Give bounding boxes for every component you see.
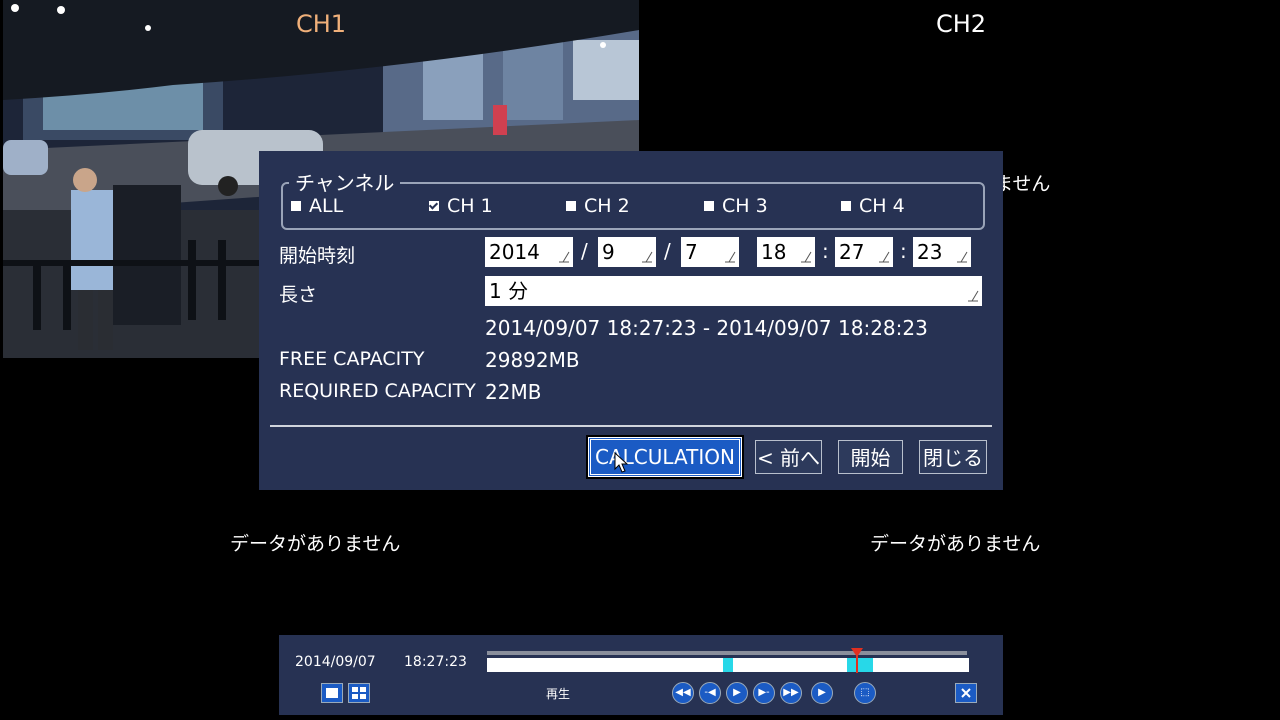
prev-button[interactable]: < 前へ bbox=[755, 440, 822, 474]
minute-value: 27 bbox=[839, 240, 865, 264]
timeline[interactable] bbox=[487, 658, 969, 672]
day-value: 7 bbox=[685, 240, 698, 264]
checkbox-icon bbox=[704, 201, 714, 211]
close-playback-button[interactable] bbox=[955, 683, 977, 703]
time-separator: : bbox=[900, 239, 907, 263]
slow-play-icon[interactable]: ▶ bbox=[811, 682, 833, 704]
quad-layout-icon bbox=[352, 687, 366, 699]
resize-corner-icon bbox=[957, 251, 968, 263]
single-layout-icon bbox=[326, 688, 338, 698]
length-label: 長さ bbox=[279, 284, 318, 306]
hour-value: 18 bbox=[761, 240, 787, 264]
ch3-no-data-text: データがありません bbox=[230, 533, 401, 555]
checkbox-icon bbox=[566, 201, 576, 211]
playback-time: 18:27:23 bbox=[404, 654, 467, 670]
year-value: 2014 bbox=[489, 240, 540, 264]
playback-status: 再生 bbox=[546, 687, 571, 701]
resize-corner-icon bbox=[879, 251, 890, 263]
length-select[interactable]: 1 分 bbox=[485, 276, 982, 306]
checkbox-label: CH 3 bbox=[722, 195, 768, 217]
time-separator: : bbox=[822, 239, 829, 263]
fast-forward-icon[interactable]: ▶▶ bbox=[780, 682, 802, 704]
checkbox-ch4[interactable]: CH 4 bbox=[841, 195, 905, 217]
close-button[interactable]: 閉じる bbox=[919, 440, 987, 474]
playhead-line bbox=[856, 653, 858, 673]
checkbox-ch2[interactable]: CH 2 bbox=[566, 195, 630, 217]
rewind-icon[interactable]: ◀◀ bbox=[672, 682, 694, 704]
free-capacity-value: 29892MB bbox=[485, 348, 580, 372]
resize-corner-icon bbox=[725, 251, 736, 263]
resize-corner-icon bbox=[968, 290, 979, 302]
second-value: 23 bbox=[917, 240, 943, 264]
timeline-track bbox=[487, 651, 967, 655]
checkbox-all[interactable]: ALL bbox=[291, 195, 343, 217]
day-field[interactable]: 7 bbox=[681, 237, 739, 267]
checkbox-icon bbox=[841, 201, 851, 211]
checkbox-ch3[interactable]: CH 3 bbox=[704, 195, 768, 217]
single-view-button[interactable] bbox=[321, 683, 343, 703]
divider bbox=[270, 425, 992, 427]
start-time-label: 開始時刻 bbox=[279, 245, 356, 267]
play-icon[interactable]: ▶ bbox=[726, 682, 748, 704]
playback-date: 2014/09/07 bbox=[295, 654, 376, 670]
length-value: 1 分 bbox=[489, 279, 529, 303]
ch1-label: CH1 bbox=[296, 10, 347, 38]
recording-segment bbox=[723, 658, 733, 672]
resize-corner-icon bbox=[642, 251, 653, 263]
second-field[interactable]: 23 bbox=[913, 237, 971, 267]
resize-corner-icon bbox=[801, 251, 812, 263]
recording-segment bbox=[847, 658, 873, 672]
minute-field[interactable]: 27 bbox=[835, 237, 893, 267]
checkbox-label: ALL bbox=[309, 195, 344, 217]
backup-dialog: チャンネル ALL CH 1 CH 2 CH 3 CH 4 開始時刻 2014 … bbox=[259, 151, 1003, 490]
month-value: 9 bbox=[602, 240, 615, 264]
close-icon bbox=[961, 688, 971, 698]
date-separator: / bbox=[581, 239, 588, 263]
checkbox-icon bbox=[291, 201, 301, 211]
time-range-text: 2014/09/07 18:27:23 - 2014/09/07 18:28:2… bbox=[485, 316, 928, 340]
backup-export-icon[interactable]: ⬚ bbox=[854, 682, 876, 704]
calculation-button[interactable]: CALCULATION bbox=[586, 435, 744, 479]
channel-legend: チャンネル bbox=[289, 167, 401, 196]
date-separator: / bbox=[664, 239, 671, 263]
resize-corner-icon bbox=[559, 251, 570, 263]
month-field[interactable]: 9 bbox=[598, 237, 656, 267]
year-field[interactable]: 2014 bbox=[485, 237, 573, 267]
checkbox-checked-icon bbox=[429, 201, 439, 211]
ch4-no-data-text: データがありません bbox=[870, 533, 1041, 555]
ch2-label: CH2 bbox=[936, 10, 987, 38]
checkbox-ch1[interactable]: CH 1 bbox=[429, 195, 493, 217]
playback-bar: 2014/09/07 18:27:23 再生 ◀◀ -◀ ▶ ▶- ▶▶ ▶ ⬚ bbox=[279, 635, 1003, 715]
mouse-cursor-icon bbox=[614, 452, 629, 473]
required-capacity-value: 22MB bbox=[485, 380, 542, 404]
step-back-icon[interactable]: -◀ bbox=[699, 682, 721, 704]
hour-field[interactable]: 18 bbox=[757, 237, 815, 267]
free-capacity-label: FREE CAPACITY bbox=[279, 348, 425, 370]
required-capacity-label: REQUIRED CAPACITY bbox=[279, 380, 476, 402]
quad-view-button[interactable] bbox=[348, 683, 370, 703]
checkbox-label: CH 1 bbox=[447, 195, 493, 217]
start-button[interactable]: 開始 bbox=[838, 440, 903, 474]
step-forward-icon[interactable]: ▶- bbox=[753, 682, 775, 704]
checkbox-label: CH 2 bbox=[584, 195, 630, 217]
checkbox-label: CH 4 bbox=[859, 195, 905, 217]
